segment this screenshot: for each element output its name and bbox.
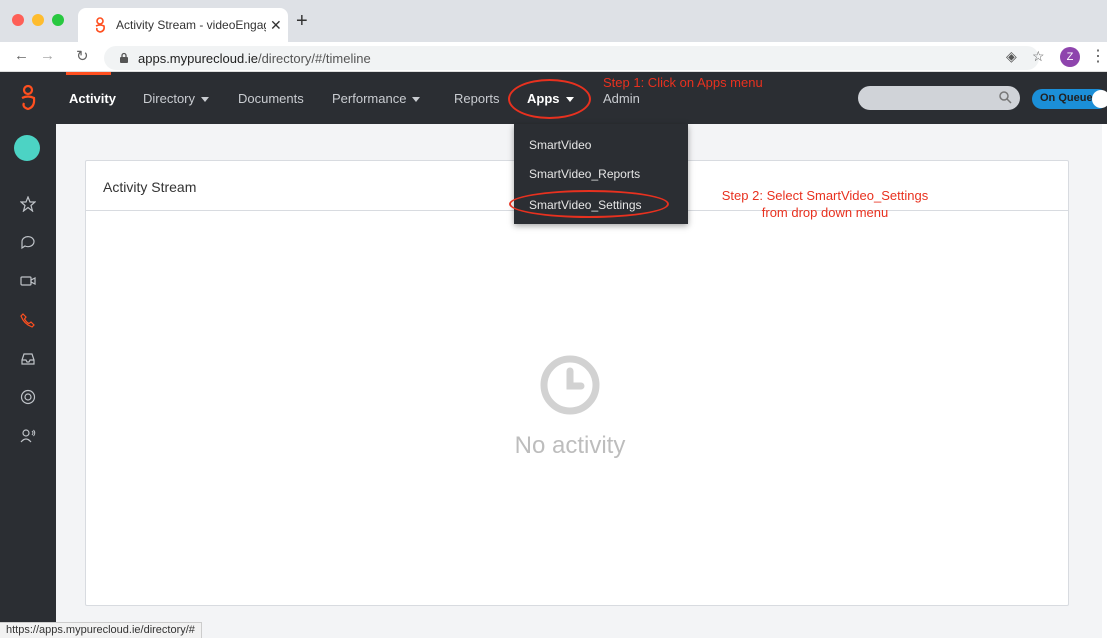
reload-icon[interactable]: ↻ (76, 47, 89, 65)
browser-tab[interactable]: Activity Stream - videoEngager ✕ (78, 8, 288, 42)
nav-directory[interactable]: Directory (143, 91, 210, 106)
scrollbar[interactable] (1102, 124, 1107, 638)
genesys-logo-icon (95, 17, 105, 33)
minimize-window-button[interactable] (32, 14, 44, 26)
phone-icon[interactable] (20, 312, 36, 328)
forward-arrow-icon[interactable]: → (40, 47, 55, 64)
empty-state-text: No activity (514, 432, 626, 459)
more-icon[interactable]: ⋮ (1090, 46, 1106, 66)
lock-icon (120, 52, 128, 63)
nav-performance-label: Performance (332, 91, 407, 106)
location-icon[interactable]: ◈ (1006, 48, 1017, 65)
search-icon (999, 91, 1012, 104)
annotation-circle-settings (509, 190, 669, 218)
star-icon[interactable]: ☆ (1032, 48, 1045, 65)
inbox-icon[interactable] (20, 351, 36, 367)
active-tab-indicator (66, 72, 111, 75)
on-queue-toggle[interactable]: On Queue (1032, 89, 1107, 109)
browser-tab-bar: Activity Stream - videoEngager ✕ + (0, 0, 1107, 42)
url-path: /directory/#/timeline (257, 50, 371, 66)
profile-avatar[interactable]: Z (1060, 47, 1080, 67)
url-host: apps.mypurecloud.ie (138, 50, 258, 66)
address-bar-row: ← → ↻ apps.mypurecloud.ie/directory/#/ti… (0, 42, 1107, 72)
chevron-down-icon (201, 97, 210, 103)
on-queue-label: On Queue (1040, 92, 1093, 104)
annotation-step2-line1: Step 2: Select SmartVideo_Settings (721, 188, 929, 203)
back-arrow-icon[interactable]: ← (14, 47, 29, 64)
star-icon[interactable] (20, 196, 36, 212)
panel-title: Activity Stream (103, 179, 197, 195)
menu-item-smartvideo[interactable]: SmartVideo (529, 138, 591, 152)
nav-documents[interactable]: Documents (238, 91, 304, 106)
nav-activity[interactable]: Activity (69, 91, 116, 106)
maximize-window-button[interactable] (52, 14, 64, 26)
annotation-step2-line2: from drop down menu (761, 205, 889, 220)
menu-item-smartvideo-reports[interactable]: SmartVideo_Reports (529, 167, 640, 181)
annotation-step1: Step 1: Click on Apps menu (603, 75, 763, 90)
chevron-down-icon (412, 97, 421, 103)
chat-icon[interactable] (20, 234, 36, 250)
nav-performance[interactable]: Performance (332, 91, 421, 106)
tab-title: Activity Stream - videoEngager (116, 18, 266, 32)
video-icon[interactable] (20, 273, 36, 289)
clock-icon (540, 355, 600, 415)
close-icon[interactable]: ✕ (270, 17, 282, 34)
support-icon[interactable] (20, 389, 36, 405)
close-window-button[interactable] (12, 14, 24, 26)
status-bar-url: https://apps.mypurecloud.ie/directory/# (0, 622, 202, 638)
search-input[interactable] (858, 86, 1020, 110)
nav-directory-label: Directory (143, 91, 196, 106)
user-avatar[interactable] (14, 135, 40, 161)
genesys-logo-icon[interactable] (18, 84, 38, 112)
annotation-circle-apps (508, 79, 591, 119)
url-input[interactable]: apps.mypurecloud.ie/directory/#/timeline (104, 46, 1039, 70)
nav-reports[interactable]: Reports (454, 91, 500, 106)
plus-icon[interactable]: + (296, 10, 308, 33)
nav-admin[interactable]: Admin (603, 91, 640, 106)
toggle-knob (1092, 90, 1107, 108)
